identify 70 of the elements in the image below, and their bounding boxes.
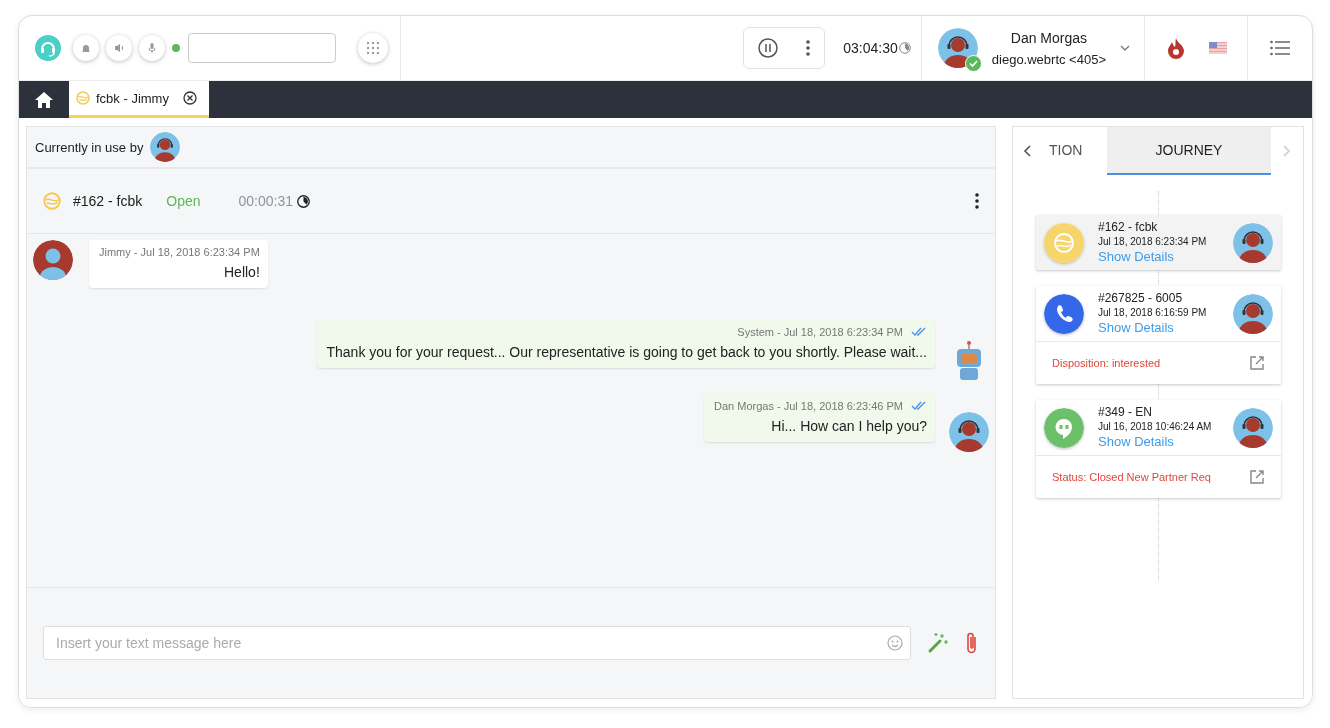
agent-avatar-icon: [1233, 222, 1273, 263]
panel-tab[interactable]: JOURNEY: [1107, 127, 1271, 175]
journey-note: Status: Closed New Partner Req: [1052, 471, 1211, 483]
in-use-label: Currently in use by: [35, 139, 144, 155]
close-icon[interactable]: [182, 91, 197, 105]
message-input-field[interactable]: Insert your text message here: [43, 626, 911, 660]
bell-icon: [80, 42, 92, 54]
conversation-duration: 00:00:31: [238, 193, 293, 209]
chat-ball-icon: [76, 91, 90, 105]
message-text: Thank you for your request... Our representative is going to get back to you shortly. Please wait...: [326, 344, 927, 360]
conversation-title: #162 - fcbk: [73, 193, 143, 209]
vertical-dots-icon: [975, 193, 979, 209]
session-timer: 03:04:30: [843, 40, 898, 56]
agent-extension: diego.webrtc <405>: [991, 51, 1106, 67]
conversation-tab[interactable]: fcbk - Jimmy: [69, 81, 209, 118]
alarm-button[interactable]: [73, 35, 99, 61]
agent-avatar-icon: [949, 412, 989, 452]
double-check-icon: [911, 327, 927, 337]
message-text: Hi... How can I help you?: [770, 418, 927, 434]
speaker-icon: [113, 42, 125, 54]
dial-input-field[interactable]: [188, 33, 336, 63]
smiley-icon[interactable]: [887, 635, 903, 651]
microphone-button[interactable]: [139, 35, 165, 61]
magic-wand-icon: [927, 632, 949, 654]
conversation-status: Open: [166, 193, 201, 209]
more-button[interactable]: [806, 40, 811, 56]
pause-button[interactable]: [758, 38, 779, 58]
vertical-dots-icon: [806, 40, 811, 56]
clock-icon: [898, 42, 911, 54]
chevron-left-icon[interactable]: [1023, 145, 1031, 157]
chevron-down-icon[interactable]: [1120, 45, 1130, 51]
journey-title: #267825 - 6005: [1098, 291, 1184, 305]
menu-button[interactable]: [1270, 40, 1290, 56]
message-meta: Jimmy - Jul 18, 2018 6:23:34 PM: [99, 246, 260, 258]
keypad-icon: [367, 42, 379, 54]
open-external-icon[interactable]: [1249, 355, 1265, 371]
agent-avatar-icon: [150, 132, 181, 162]
volume-button[interactable]: [106, 35, 132, 61]
agent-avatar-icon: [1233, 407, 1273, 448]
paperclip-icon: [965, 631, 979, 655]
more-button[interactable]: [975, 193, 979, 209]
agent-avatar-icon: [1233, 293, 1273, 334]
magic-wand-button[interactable]: [927, 632, 949, 654]
message-meta: Dan Morgas - Jul 18, 2018 6:23:46 PM: [714, 400, 903, 412]
flag-icon[interactable]: [1209, 42, 1227, 54]
journey-time: Jul 16, 2018 10:46:24 AM: [1098, 421, 1213, 432]
user-avatar-icon: [33, 240, 73, 280]
headset-logo-icon: [35, 35, 61, 61]
microphone-icon: [146, 42, 158, 54]
attach-button[interactable]: [965, 631, 979, 655]
journey-title: #349 - EN: [1098, 405, 1154, 419]
home-icon: [35, 91, 53, 108]
flame-icon[interactable]: [1167, 37, 1185, 59]
journey-time: Jul 18, 2018 6:23:34 PM: [1098, 236, 1208, 247]
keypad-button[interactable]: [358, 33, 388, 63]
message-text: Hello!: [223, 264, 260, 280]
pause-icon: [758, 38, 779, 58]
clock-icon: [297, 194, 310, 208]
robot-icon: [954, 340, 984, 382]
list-menu-icon: [1270, 40, 1290, 56]
agent-name: Dan Morgas: [1009, 29, 1089, 46]
double-check-icon: [911, 401, 927, 411]
panel-tab[interactable]: TION: [1041, 127, 1107, 175]
journey-note: Disposition: interested: [1052, 357, 1161, 369]
message-meta: System - Jul 18, 2018 6:23:34 PM: [737, 326, 903, 338]
agent-avatar-icon: [937, 28, 978, 68]
journey-title: #162 - fcbk: [1098, 220, 1159, 234]
journey-time: Jul 18, 2018 6:16:59 PM: [1098, 307, 1208, 318]
open-external-icon[interactable]: [1249, 469, 1265, 485]
chat-ball-icon: [43, 192, 61, 210]
